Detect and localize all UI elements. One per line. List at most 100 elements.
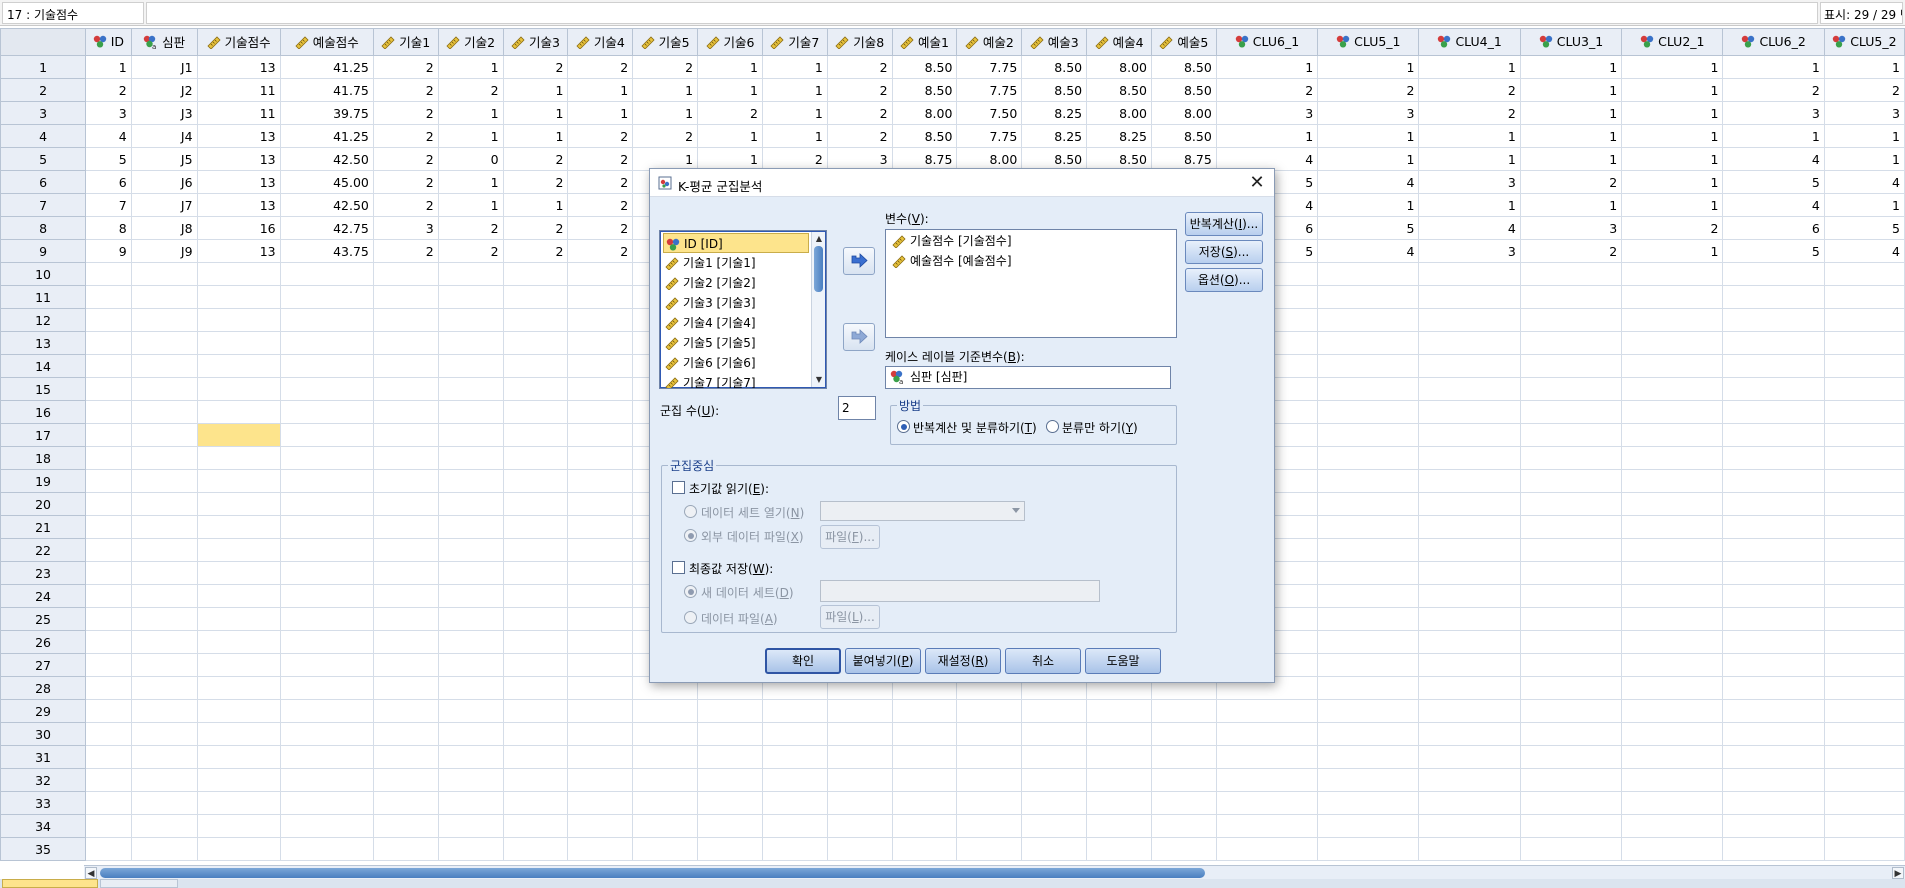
data-cell[interactable] <box>437 584 504 608</box>
paste-button[interactable]: 붙여넣기(P) <box>845 648 921 674</box>
data-cell[interactable]: 2 <box>502 216 569 240</box>
row-header[interactable]: 27 <box>0 653 87 677</box>
data-cell[interactable]: 1 <box>1519 193 1623 217</box>
data-cell[interactable] <box>1621 377 1724 401</box>
data-cell[interactable] <box>1418 400 1521 424</box>
data-cell[interactable]: 2 <box>567 193 634 217</box>
column-header[interactable]: 예술3 <box>1021 28 1088 56</box>
row-header[interactable]: 1 <box>0 55 87 79</box>
data-cell[interactable] <box>1086 768 1152 792</box>
data-cell[interactable] <box>196 446 281 470</box>
data-cell[interactable] <box>567 584 634 608</box>
data-cell[interactable] <box>1823 400 1905 424</box>
data-cell[interactable]: 45.00 <box>279 170 374 194</box>
data-cell[interactable]: 13 <box>196 55 281 79</box>
data-cell[interactable]: 3 <box>1722 101 1825 125</box>
data-cell[interactable]: 2 <box>1519 239 1623 263</box>
data-cell[interactable] <box>1722 308 1825 332</box>
data-cell[interactable] <box>1519 630 1623 654</box>
data-cell[interactable] <box>1823 538 1905 562</box>
data-cell[interactable] <box>279 515 374 539</box>
data-cell[interactable]: 7.50 <box>956 101 1023 125</box>
data-cell[interactable] <box>130 285 198 309</box>
data-cell[interactable] <box>1722 699 1825 723</box>
data-cell[interactable] <box>1722 837 1825 861</box>
data-cell[interactable] <box>761 837 828 861</box>
data-cell[interactable] <box>196 676 281 700</box>
data-cell[interactable] <box>1621 837 1724 861</box>
data-cell[interactable] <box>85 791 132 815</box>
data-cell[interactable]: 16 <box>196 216 281 240</box>
data-cell[interactable] <box>1418 538 1521 562</box>
open-dataset-combo[interactable] <box>820 501 1025 521</box>
data-cell[interactable] <box>437 676 504 700</box>
data-cell[interactable]: 1 <box>1823 193 1905 217</box>
data-cell[interactable]: 13 <box>196 239 281 263</box>
data-cell[interactable] <box>85 515 132 539</box>
data-cell[interactable] <box>196 630 281 654</box>
data-cell[interactable]: 1 <box>502 193 569 217</box>
data-cell[interactable] <box>279 745 374 769</box>
data-cell[interactable] <box>1150 791 1217 815</box>
data-cell[interactable]: 2 <box>567 170 634 194</box>
data-cell[interactable]: 2 <box>372 55 439 79</box>
column-header[interactable]: CLU6_1 <box>1215 28 1319 56</box>
row-header[interactable]: 35 <box>0 837 87 861</box>
data-cell[interactable]: J3 <box>130 101 198 125</box>
data-cell[interactable] <box>502 377 569 401</box>
data-cell[interactable] <box>1317 331 1420 355</box>
data-cell[interactable] <box>1086 814 1152 838</box>
data-cell[interactable] <box>437 814 504 838</box>
data-cell[interactable] <box>567 791 634 815</box>
data-cell[interactable] <box>437 446 504 470</box>
cancel-button[interactable]: 취소 <box>1005 648 1081 674</box>
data-cell[interactable] <box>956 722 1023 746</box>
data-cell[interactable] <box>1621 492 1724 516</box>
data-cell[interactable] <box>1621 308 1724 332</box>
data-cell[interactable] <box>1519 653 1623 677</box>
data-cell[interactable]: 1 <box>1621 239 1724 263</box>
list-item[interactable]: 예술점수 [예술점수] <box>890 251 1012 271</box>
data-cell[interactable] <box>1519 400 1623 424</box>
data-cell[interactable] <box>85 745 132 769</box>
data-cell[interactable] <box>372 538 439 562</box>
data-cell[interactable] <box>1823 331 1905 355</box>
data-cell[interactable] <box>761 699 828 723</box>
data-cell[interactable] <box>1621 400 1724 424</box>
row-header[interactable]: 2 <box>0 78 87 102</box>
data-cell[interactable] <box>697 837 763 861</box>
data-cell[interactable] <box>956 699 1023 723</box>
data-cell[interactable] <box>1317 722 1420 746</box>
data-cell[interactable] <box>761 791 828 815</box>
data-cell[interactable]: 1 <box>761 124 828 148</box>
data-cell[interactable] <box>437 331 504 355</box>
list-item[interactable]: 기술4 [기술4] <box>663 313 756 333</box>
column-header[interactable]: CLU5_2 <box>1823 28 1905 56</box>
data-cell[interactable] <box>1621 561 1724 585</box>
data-cell[interactable] <box>279 469 374 493</box>
data-cell[interactable] <box>279 561 374 585</box>
data-cell[interactable] <box>279 768 374 792</box>
data-cell[interactable] <box>372 515 439 539</box>
data-cell[interactable] <box>1519 285 1623 309</box>
data-cell[interactable] <box>1021 837 1088 861</box>
data-cell[interactable] <box>1722 492 1825 516</box>
data-cell[interactable] <box>437 262 504 286</box>
data-cell[interactable] <box>1086 791 1152 815</box>
data-cell[interactable] <box>437 607 504 631</box>
data-cell[interactable]: 11 <box>196 78 281 102</box>
data-cell[interactable] <box>1317 285 1420 309</box>
data-cell[interactable] <box>1519 262 1623 286</box>
data-cell[interactable] <box>196 768 281 792</box>
data-cell[interactable] <box>1418 814 1521 838</box>
data-cell[interactable]: 2 <box>567 55 634 79</box>
data-cell[interactable] <box>372 584 439 608</box>
data-cell[interactable] <box>130 745 198 769</box>
data-cell[interactable] <box>1021 722 1088 746</box>
data-cell[interactable]: 2 <box>826 101 893 125</box>
data-cell[interactable] <box>891 745 958 769</box>
data-cell[interactable] <box>437 768 504 792</box>
data-cell[interactable] <box>1418 331 1521 355</box>
data-cell[interactable] <box>1823 423 1905 447</box>
data-cell[interactable] <box>130 538 198 562</box>
